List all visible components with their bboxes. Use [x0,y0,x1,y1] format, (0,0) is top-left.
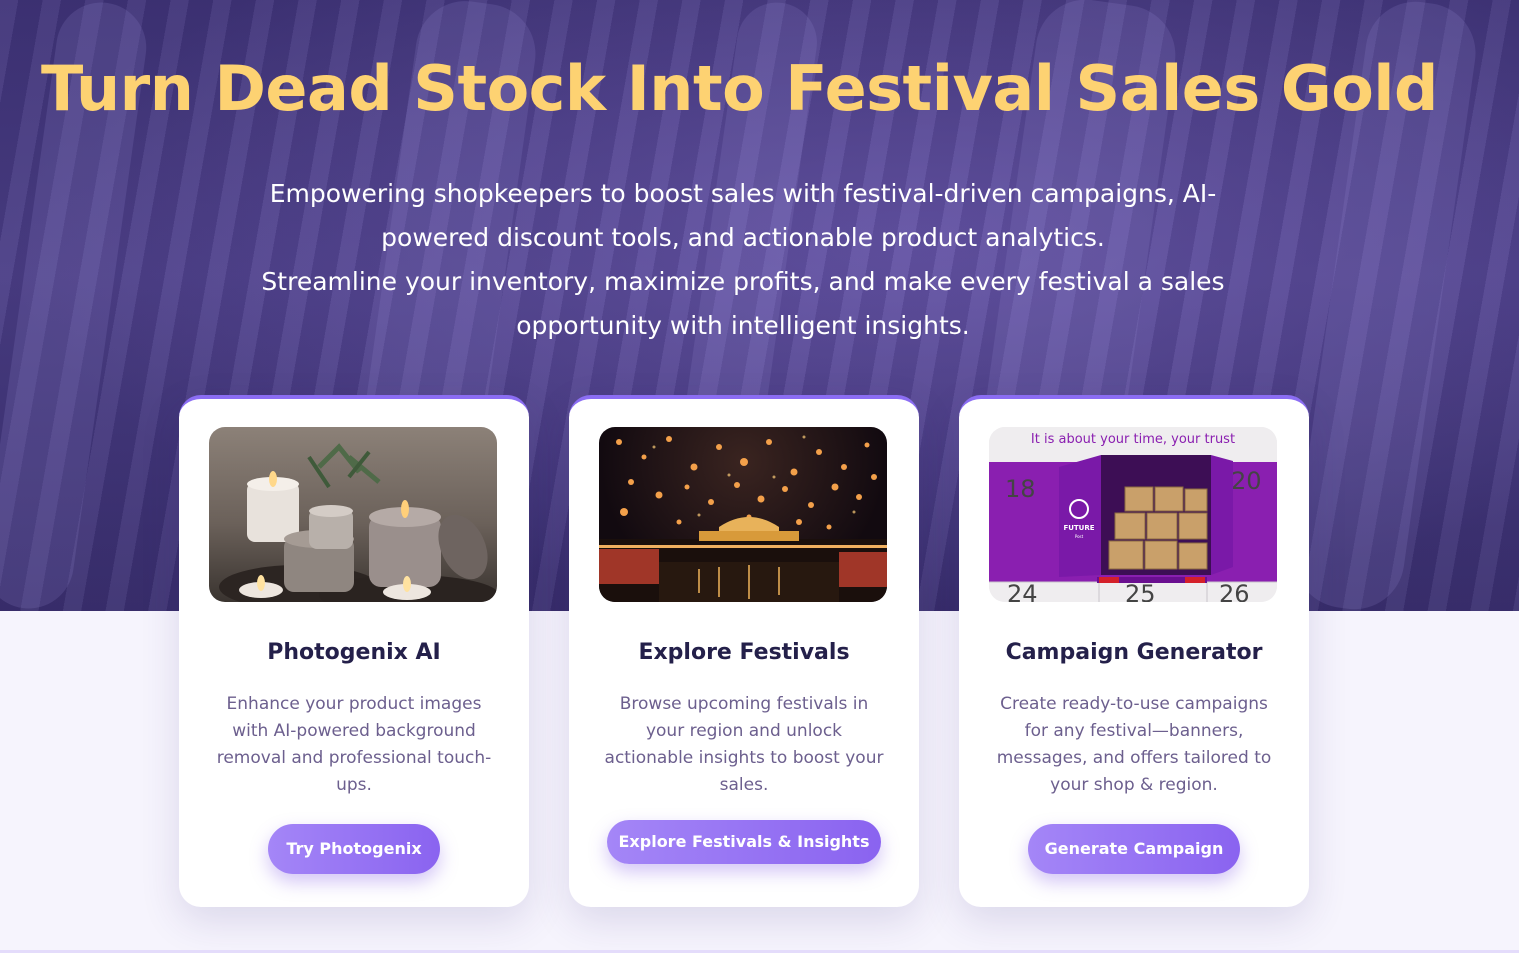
feature-card-photogenix: Photogenix AI Enhance your product image… [179,395,529,907]
hero-subtitle-line: Streamline your inventory, maximize prof… [261,267,1225,296]
candles-photo [209,427,497,602]
explore-festivals-button[interactable]: Explore Festivals & Insights [607,820,881,864]
card-title: Explore Festivals [638,640,850,665]
calendar-date: 18 [1005,475,1036,503]
generate-campaign-button[interactable]: Generate Campaign [1028,824,1240,874]
ad-brand-sub: Post [1075,534,1084,539]
feature-card-festivals: Explore Festivals Browse upcoming festiv… [569,395,919,907]
card-description: Browse upcoming festivals in your region… [604,694,884,795]
try-photogenix-button[interactable]: Try Photogenix [268,824,440,874]
calendar-date: 20 [1231,467,1262,495]
campaign-illustration: It is about your time, your trust 18 20 … [989,427,1277,602]
candles-illustration [219,443,497,602]
delivery-truck-calendar-ad: It is about your time, your trust 18 20 … [989,427,1277,602]
feature-card-campaign: It is about your time, your trust 18 20 … [959,395,1309,907]
hero-subtitle-line: Empowering shopkeepers to boost sales wi… [269,179,1217,208]
calendar-date: 24 [1007,580,1038,602]
sky-lanterns-photo [599,427,887,602]
lanterns-illustration [599,435,887,602]
card-title: Photogenix AI [267,640,441,665]
card-description: Create ready-to-use campaigns for any fe… [996,694,1272,795]
hero-title: Turn Dead Stock Into Festival Sales Gold [41,52,1438,125]
ad-tagline: It is about your time, your trust [1031,432,1235,447]
card-title: Campaign Generator [1005,640,1263,665]
calendar-date: 26 [1219,580,1250,602]
ad-brand: FUTURE [1063,524,1094,532]
hero-subtitle-line: powered discount tools, and actionable p… [381,223,1105,252]
card-description: Enhance your product images with AI-powe… [216,694,492,795]
calendar-date: 25 [1125,580,1156,602]
hero-subtitle-line: opportunity with intelligent insights. [516,311,970,340]
hero-subtitle: Empowering shopkeepers to boost sales wi… [260,172,1226,348]
